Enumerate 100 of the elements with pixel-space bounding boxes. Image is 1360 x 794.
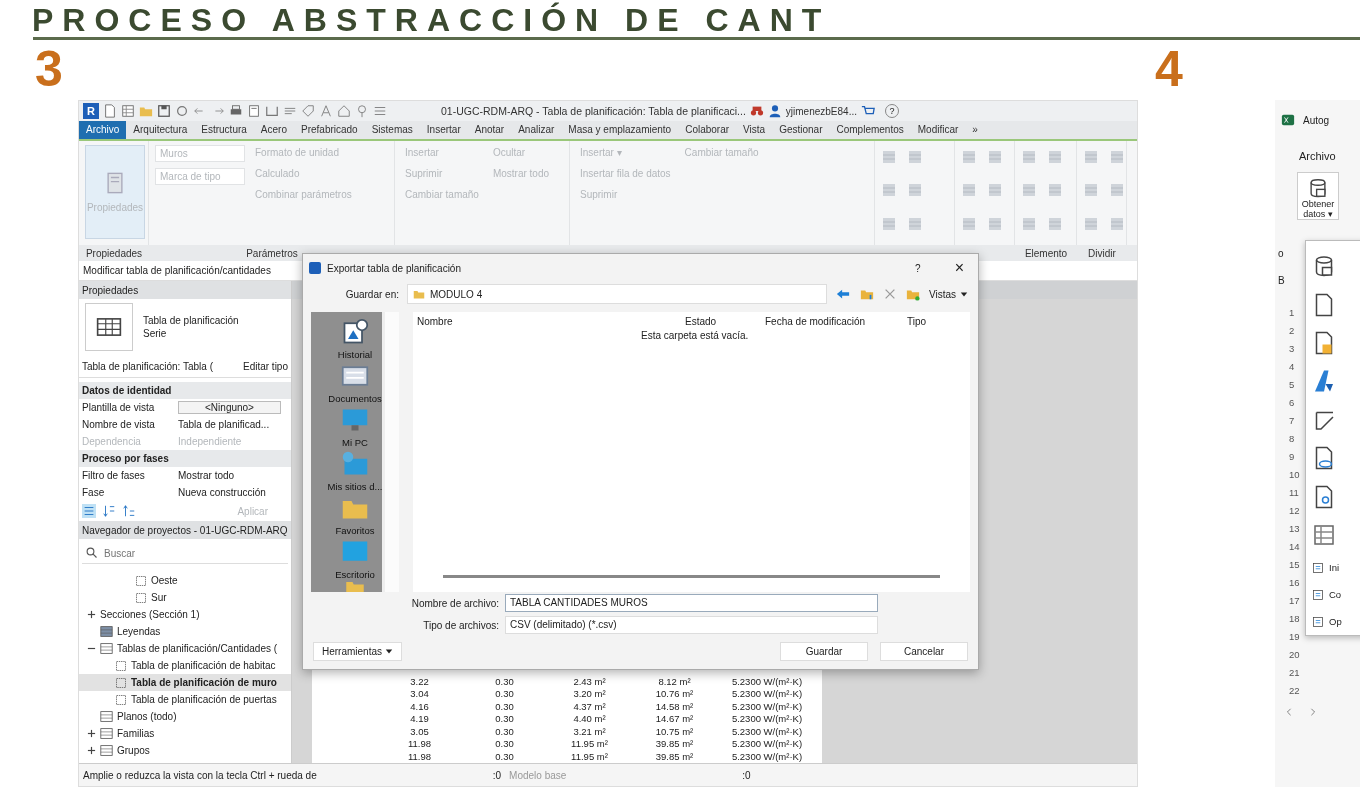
tag-icon[interactable] bbox=[301, 104, 315, 118]
ribbon-tool-icon[interactable] bbox=[1047, 182, 1063, 199]
ribbon-tool-icon[interactable] bbox=[1109, 215, 1125, 232]
ribbon-tool-icon[interactable] bbox=[1021, 149, 1037, 165]
ribbon-tool-icon[interactable] bbox=[1021, 215, 1037, 232]
column-header[interactable]: Estado bbox=[681, 315, 761, 327]
expand-icon[interactable] bbox=[87, 610, 96, 619]
document-icon[interactable] bbox=[103, 104, 117, 118]
menu-item[interactable]: Co bbox=[1306, 581, 1360, 609]
help-button[interactable]: ? bbox=[915, 262, 921, 274]
place-item[interactable]: Escritorio bbox=[320, 538, 390, 580]
ribbon-tool-icon[interactable] bbox=[881, 149, 897, 165]
ribbon-tool-icon[interactable] bbox=[1109, 182, 1125, 199]
tree-item[interactable]: Familias bbox=[79, 725, 291, 742]
sort-icon[interactable] bbox=[82, 504, 96, 518]
file-type-dropdown[interactable]: CSV (delimitado) (*.csv) bbox=[505, 616, 878, 634]
views-button[interactable]: Vistas bbox=[928, 288, 968, 300]
menu-item[interactable]: Op bbox=[1306, 608, 1360, 636]
menu-tab[interactable]: Colaborar bbox=[678, 121, 737, 139]
property-value[interactable]: Tabla de planificad... bbox=[178, 419, 291, 430]
sort-icon[interactable] bbox=[122, 504, 136, 518]
tree-item[interactable]: Oeste bbox=[79, 572, 291, 589]
menu-tab[interactable]: Analizar bbox=[511, 121, 562, 139]
bracket-icon[interactable] bbox=[265, 104, 279, 118]
printer-icon[interactable] bbox=[229, 104, 243, 118]
filter-indicator[interactable]: :0 bbox=[742, 769, 751, 781]
menu-tab[interactable]: Masa y emplazamiento bbox=[561, 121, 679, 139]
ribbon-tool-icon[interactable] bbox=[1083, 215, 1099, 232]
type-dropdown[interactable]: Tabla de planificación: Tabla ( bbox=[82, 360, 213, 372]
ribbon-tool-icon[interactable] bbox=[1109, 149, 1125, 165]
ribbon-tool-icon[interactable] bbox=[961, 182, 977, 199]
ribbon-tool-icon[interactable] bbox=[907, 149, 923, 165]
tree-item[interactable]: Tablas de planificación/Cantidades ( bbox=[79, 640, 291, 657]
tree-item[interactable]: Secciones (Sección 1) bbox=[79, 606, 291, 623]
tree-item[interactable]: Leyendas bbox=[79, 623, 291, 640]
tree-item[interactable]: Tabla de planificación de muro bbox=[79, 674, 291, 691]
ribbon-tool-icon[interactable] bbox=[1083, 149, 1099, 165]
tree-item[interactable]: Sur bbox=[79, 589, 291, 606]
expand-icon[interactable] bbox=[87, 746, 96, 755]
worksets-indicator[interactable]: :0 bbox=[492, 769, 502, 781]
menu-tab[interactable]: Archivo bbox=[1299, 150, 1336, 162]
app-logo[interactable]: R bbox=[83, 103, 99, 119]
expand-icon[interactable] bbox=[87, 729, 96, 738]
property-value-button[interactable]: <Ninguno> bbox=[178, 401, 281, 414]
get-data-button[interactable]: Obtener datos ▾ bbox=[1297, 172, 1339, 220]
file-name-field[interactable]: TABLA CANTIDADES MUROS bbox=[505, 594, 878, 612]
azure-a-icon[interactable] bbox=[1312, 369, 1336, 394]
sort-icon[interactable] bbox=[102, 504, 116, 518]
property-value[interactable]: Mostrar todo bbox=[178, 470, 291, 481]
tools-button[interactable]: Herramientas bbox=[313, 641, 402, 661]
menu-tab[interactable]: Anotar bbox=[467, 121, 512, 139]
back-icon[interactable] bbox=[834, 287, 851, 301]
search-field[interactable]: Buscar bbox=[102, 546, 256, 560]
ribbon-tool-icon[interactable] bbox=[881, 215, 897, 232]
user-name[interactable]: yjimenezbE84... bbox=[785, 105, 857, 117]
menu-tab[interactable]: Acero bbox=[253, 121, 294, 139]
column-header[interactable]: Nombre bbox=[413, 315, 681, 327]
ribbon-tool-icon[interactable] bbox=[907, 182, 923, 199]
folder-dropdown[interactable]: MODULO 4 bbox=[407, 284, 827, 304]
ribbon-tool-icon[interactable] bbox=[987, 149, 1003, 165]
scrollbar[interactable] bbox=[382, 312, 399, 592]
tree-item[interactable]: Planos (todo) bbox=[79, 708, 291, 725]
menu-tab[interactable]: Gestionar bbox=[772, 121, 830, 139]
pin-icon[interactable] bbox=[355, 104, 369, 118]
menu-tab[interactable]: Prefabricado bbox=[294, 121, 365, 139]
edit-type-button[interactable]: Editar tipo bbox=[242, 360, 288, 372]
house-icon[interactable] bbox=[337, 104, 351, 118]
ribbon-tool-icon[interactable] bbox=[1083, 182, 1099, 199]
place-item[interactable]: Historial bbox=[320, 318, 390, 360]
place-item[interactable]: Documentos bbox=[320, 362, 390, 404]
tree-item[interactable]: Tabla de planificación de puertas bbox=[79, 691, 291, 708]
binoculars-icon[interactable] bbox=[749, 104, 764, 118]
scroll-left-icon[interactable] bbox=[1285, 708, 1293, 716]
menu-tab[interactable]: Vista bbox=[736, 121, 773, 139]
grid-icon[interactable] bbox=[121, 104, 135, 118]
ribbon-tool-icon[interactable] bbox=[987, 215, 1003, 232]
ribbon-tool-icon[interactable] bbox=[1021, 182, 1037, 199]
place-item[interactable]: Mi PC bbox=[320, 406, 390, 448]
ribbon-tool-icon[interactable] bbox=[987, 182, 1003, 199]
column-header[interactable]: Fecha de modificación bbox=[761, 315, 903, 327]
ribbon-tool-icon[interactable] bbox=[881, 182, 897, 199]
ribbon-tool-icon[interactable] bbox=[1047, 215, 1063, 232]
menu-tab[interactable]: Estructura bbox=[194, 121, 254, 139]
user-icon[interactable] bbox=[767, 104, 782, 118]
close-button[interactable]: × bbox=[954, 259, 964, 277]
cancel-button[interactable]: Cancelar bbox=[880, 641, 968, 661]
letter-icon[interactable] bbox=[319, 104, 333, 118]
column-header[interactable]: Tipo bbox=[903, 315, 970, 327]
save-button[interactable]: Guardar bbox=[780, 641, 868, 661]
menu-tab[interactable]: Modificar bbox=[910, 121, 966, 139]
property-value[interactable]: Nueva construcción bbox=[178, 487, 291, 498]
menu-tab[interactable]: Sistemas bbox=[364, 121, 420, 139]
menu-tab[interactable]: Arquitectura bbox=[126, 121, 195, 139]
ribbon-tool-icon[interactable] bbox=[1047, 149, 1063, 165]
ribbon-tool-icon[interactable] bbox=[961, 149, 977, 165]
list-icon[interactable] bbox=[373, 104, 387, 118]
menu-tab[interactable]: Archivo bbox=[79, 121, 127, 139]
page-icon[interactable] bbox=[247, 104, 261, 118]
place-item[interactable]: Mis sitios d... bbox=[320, 450, 390, 492]
menu-tab[interactable]: Insertar bbox=[419, 121, 468, 139]
